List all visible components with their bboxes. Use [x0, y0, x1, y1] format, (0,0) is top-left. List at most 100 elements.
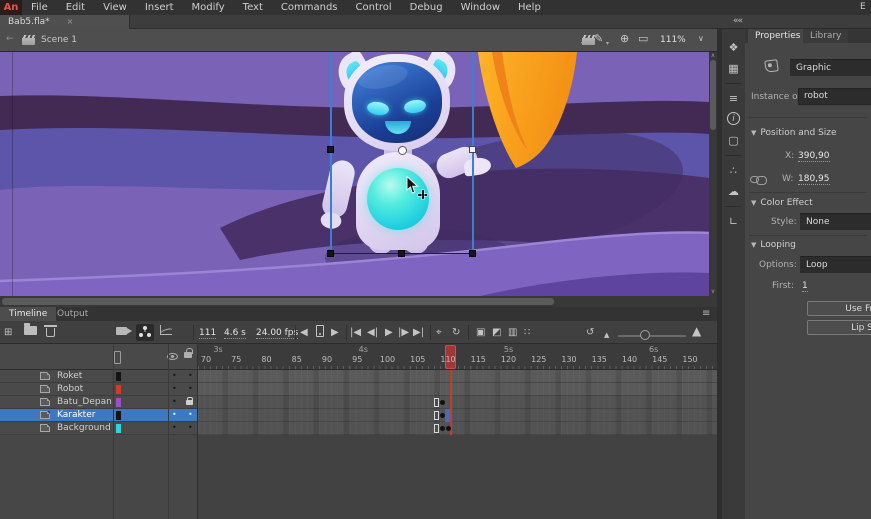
- brush-library-panel-icon[interactable]: ∴: [722, 160, 745, 181]
- elapsed-time-value[interactable]: 4.6 s: [224, 328, 246, 339]
- keyframe-dot[interactable]: [446, 426, 451, 431]
- cc-libraries-panel-icon[interactable]: ☁: [722, 181, 745, 202]
- layer-lock-dot[interactable]: •: [188, 371, 193, 380]
- stage-canvas[interactable]: [0, 52, 709, 296]
- onion-skin-icon[interactable]: ▣: [476, 325, 485, 340]
- section-looping[interactable]: ▼Looping: [751, 240, 796, 250]
- current-frame-indicator-icon[interactable]: [316, 325, 324, 340]
- x-value[interactable]: 390,90: [798, 151, 830, 162]
- info-panel-icon[interactable]: i: [722, 109, 745, 130]
- scene-name[interactable]: Scene 1: [41, 35, 77, 45]
- selection-handle-mid-left[interactable]: [327, 146, 334, 153]
- stage-zoom-value[interactable]: 111%: [660, 35, 686, 45]
- show-parent-layers-icon[interactable]: [136, 324, 154, 341]
- timeline-zoom-slider[interactable]: [618, 335, 686, 337]
- layer-frames-robot[interactable]: [198, 383, 718, 396]
- layer-frames-background[interactable]: [198, 422, 718, 435]
- collapse-panels-icon[interactable]: ««: [733, 16, 742, 26]
- menu-commands[interactable]: Commands: [272, 0, 347, 15]
- layer-frames-roket[interactable]: [198, 370, 718, 383]
- playhead-line[interactable]: [450, 370, 452, 435]
- collapse-triangle-icon[interactable]: ▼: [751, 199, 756, 207]
- horizontal-scroll-thumb[interactable]: [2, 298, 554, 305]
- layer-frames-batu_depan[interactable]: [198, 396, 718, 409]
- lip-sync-button[interactable]: Lip S: [807, 320, 871, 335]
- current-frame-value[interactable]: 111: [199, 328, 216, 339]
- play-icon[interactable]: ▶: [385, 325, 393, 340]
- selection-handle-mid-right[interactable]: [469, 146, 476, 153]
- link-width-height-icon[interactable]: [750, 176, 759, 183]
- tab-output[interactable]: Output: [48, 307, 97, 321]
- onion-skin-outlines-icon[interactable]: ◩: [492, 325, 501, 340]
- timeline-ruler[interactable]: 7075808590951001051101151201251301351401…: [198, 344, 718, 370]
- workspace-button[interactable]: E: [860, 0, 871, 15]
- loop-playback-icon[interactable]: ↻: [452, 325, 460, 340]
- keyframe-dot[interactable]: [440, 400, 445, 405]
- tab-library[interactable]: Library: [803, 29, 848, 43]
- vertical-scroll-thumb[interactable]: [710, 60, 716, 130]
- layer-frames-karakter[interactable]: [198, 409, 718, 422]
- keyframe-dot[interactable]: [440, 426, 445, 431]
- layer-lock-dot[interactable]: •: [188, 384, 193, 393]
- w-value[interactable]: 180,95: [798, 174, 830, 185]
- add-camera-icon[interactable]: [116, 325, 127, 340]
- new-layer-icon[interactable]: ⊞: [4, 325, 12, 340]
- menu-window[interactable]: Window: [452, 0, 509, 15]
- align-panel-icon[interactable]: ≡: [722, 88, 745, 109]
- menu-text[interactable]: Text: [234, 0, 272, 15]
- color-panel-icon[interactable]: ❖: [722, 37, 745, 58]
- layer-color-swatch[interactable]: [116, 411, 121, 420]
- collapse-triangle-icon[interactable]: ▼: [751, 241, 756, 249]
- layer-color-swatch[interactable]: [116, 398, 121, 407]
- timeline-zoom-knob[interactable]: [640, 330, 650, 340]
- center-stage-icon[interactable]: ⊕: [620, 32, 629, 45]
- layer-visibility-dot[interactable]: •: [172, 410, 177, 419]
- menu-debug[interactable]: Debug: [401, 0, 452, 15]
- selection-handle-bottom-right[interactable]: [469, 250, 476, 257]
- menu-file[interactable]: File: [22, 0, 57, 15]
- stage-vertical-scrollbar[interactable]: ∧ ∨: [709, 52, 717, 296]
- close-tab-icon[interactable]: ×: [67, 17, 74, 26]
- menu-control[interactable]: Control: [347, 0, 401, 15]
- step-back-icon[interactable]: ◀: [300, 325, 308, 340]
- stage-horizontal-scrollbar[interactable]: [0, 296, 717, 307]
- use-frame-picker-button[interactable]: Use Fra: [807, 301, 871, 316]
- tab-properties[interactable]: Properties: [748, 29, 807, 43]
- first-frame-value[interactable]: 1: [802, 281, 808, 292]
- previous-frame-icon[interactable]: ◀|: [367, 325, 378, 340]
- motion-editor-panel-icon[interactable]: ∟: [722, 211, 745, 232]
- back-arrow-icon[interactable]: ←: [6, 34, 14, 44]
- style-select[interactable]: None: [800, 213, 871, 230]
- step-forward-icon[interactable]: ▶: [331, 325, 339, 340]
- layer-visibility-dot[interactable]: •: [172, 384, 177, 393]
- layer-lock-dot[interactable]: •: [188, 423, 193, 432]
- frames-area[interactable]: 7075808590951001051101151201251301351401…: [197, 344, 717, 519]
- loop-options-select[interactable]: Loop: [800, 256, 871, 273]
- clip-content-icon[interactable]: ▭: [638, 32, 648, 45]
- new-folder-icon[interactable]: [24, 325, 37, 340]
- swatches-panel-icon[interactable]: ▦: [722, 58, 745, 79]
- zoom-dropdown-icon[interactable]: ∨: [698, 34, 704, 43]
- document-tab[interactable]: Bab5.fla* ×: [0, 15, 130, 29]
- layer-color-swatch[interactable]: [116, 372, 121, 381]
- collapse-triangle-icon[interactable]: ▼: [751, 129, 756, 137]
- timeline-zoom-out-icon[interactable]: ▲: [604, 328, 609, 343]
- keyframe-dot[interactable]: [440, 413, 445, 418]
- menu-help[interactable]: Help: [509, 0, 550, 15]
- section-color-effect[interactable]: ▼Color Effect: [751, 198, 813, 208]
- ease-graph-icon[interactable]: [160, 325, 172, 340]
- robot-character[interactable]: [328, 52, 478, 258]
- center-frame-icon[interactable]: ⌖: [436, 325, 442, 340]
- layer-visibility-dot[interactable]: •: [172, 423, 177, 432]
- modify-markers-icon[interactable]: ∷: [524, 325, 530, 340]
- edit-symbols-icon[interactable]: ✎: [594, 32, 603, 45]
- menu-view[interactable]: View: [94, 0, 136, 15]
- layer-visibility-dot[interactable]: •: [172, 397, 177, 406]
- layer-lock-dot[interactable]: •: [188, 410, 193, 419]
- panel-menu-icon[interactable]: ≡: [702, 308, 710, 319]
- edit-multiple-frames-icon[interactable]: ▥: [508, 325, 517, 340]
- layer-color-swatch[interactable]: [116, 385, 121, 394]
- selection-handle-bottom-center[interactable]: [398, 250, 405, 257]
- delete-layer-icon[interactable]: [46, 325, 55, 340]
- section-position-size[interactable]: ▼Position and Size: [751, 128, 837, 138]
